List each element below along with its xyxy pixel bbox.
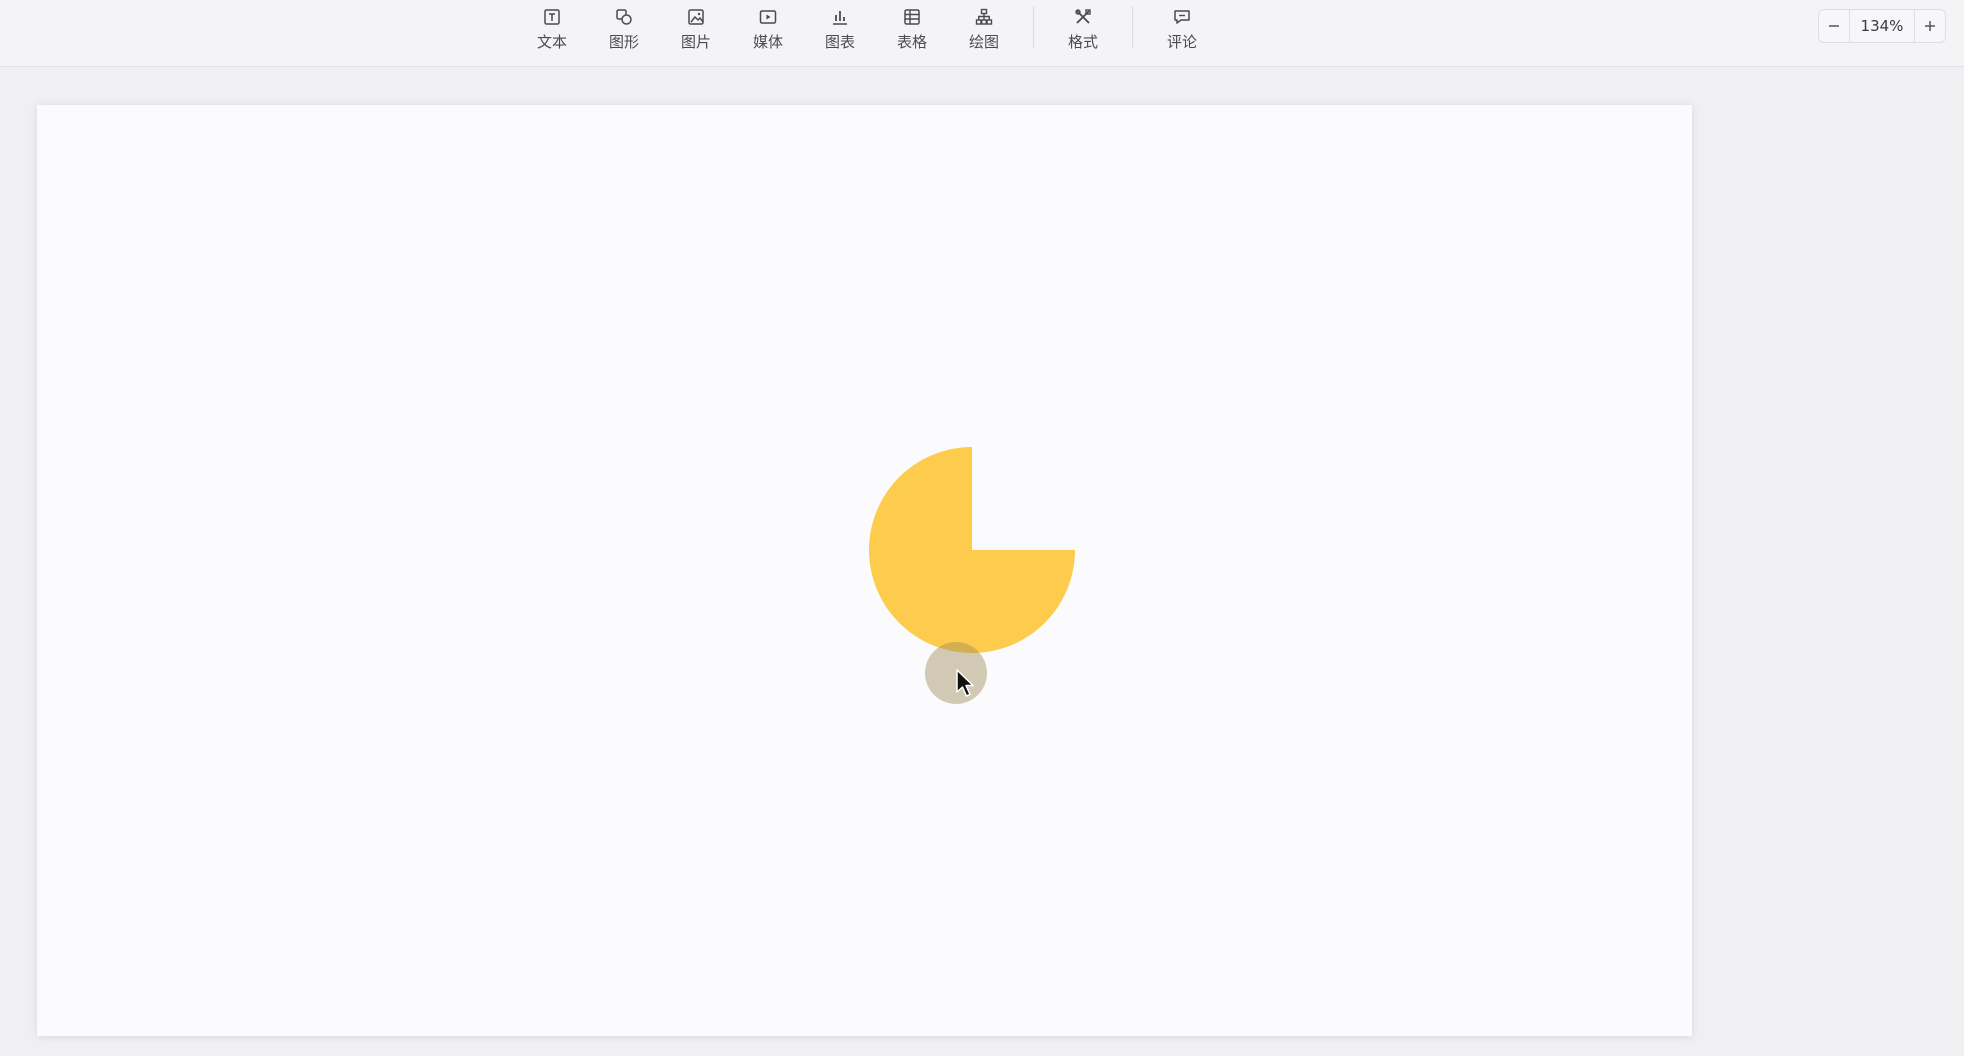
toolbar-item-label: 格式 — [1067, 33, 1098, 51]
toolbar-text-button[interactable]: 文本 — [522, 6, 582, 60]
zoom-control: 134% — [1818, 9, 1946, 43]
toolbar-item-label: 图片 — [680, 33, 711, 51]
bar-chart-icon — [829, 6, 851, 28]
toolbar-item-label: 媒体 — [752, 33, 783, 51]
toolbar-divider — [1132, 6, 1133, 48]
toolbar-shape-button[interactable]: 图形 — [594, 6, 654, 60]
pointer-arrow-icon — [956, 669, 974, 697]
plus-icon — [1925, 21, 1935, 31]
toolbar-item-label: 评论 — [1166, 33, 1197, 51]
table-icon — [901, 6, 923, 28]
diagram-icon — [973, 6, 995, 28]
toolbar-diagram-button[interactable]: 绘图 — [954, 6, 1014, 60]
format-tools-icon — [1072, 6, 1094, 28]
toolbar-item-label: 图形 — [608, 33, 639, 51]
toolbar-item-label: 表格 — [896, 33, 927, 51]
toolbar-comment-button[interactable]: 评论 — [1152, 6, 1212, 60]
toolbar-image-button[interactable]: 图片 — [666, 6, 726, 60]
toolbar-format-button[interactable]: 格式 — [1053, 6, 1113, 60]
toolbar-item-label: 绘图 — [968, 33, 999, 51]
text-box-icon — [541, 6, 563, 28]
toolbar-item-label: 图表 — [824, 33, 855, 51]
minus-icon — [1829, 25, 1839, 27]
toolbar-divider — [1033, 6, 1034, 48]
toolbar: 文本 图形 图片 媒体 图表 表格 绘图 格式 评论 134% — [0, 0, 1964, 67]
pie-shape[interactable] — [867, 445, 1077, 655]
shape-icon — [613, 6, 635, 28]
zoom-in-button[interactable] — [1915, 10, 1945, 42]
toolbar-media-button[interactable]: 媒体 — [738, 6, 798, 60]
zoom-level-value[interactable]: 134% — [1850, 17, 1914, 35]
canvas-area[interactable] — [0, 67, 1964, 1056]
comment-icon — [1171, 6, 1193, 28]
image-icon — [685, 6, 707, 28]
toolbar-chart-button[interactable]: 图表 — [810, 6, 870, 60]
toolbar-table-button[interactable]: 表格 — [882, 6, 942, 60]
media-play-icon — [757, 6, 779, 28]
pie-shape-path[interactable] — [869, 447, 1075, 653]
zoom-out-button[interactable] — [1819, 10, 1849, 42]
slide-page[interactable] — [37, 105, 1692, 1036]
toolbar-item-label: 文本 — [536, 33, 567, 51]
